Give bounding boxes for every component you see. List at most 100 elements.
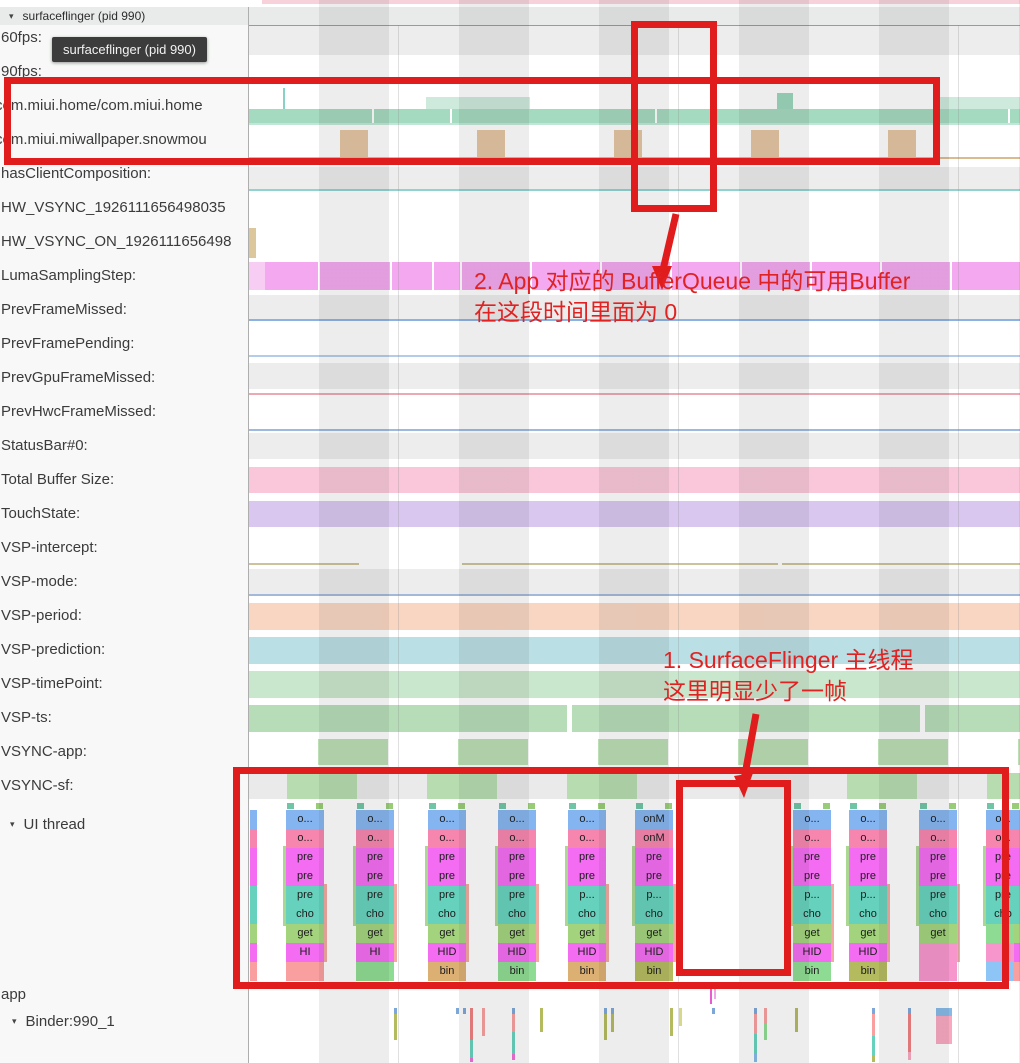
slice[interactable]: bin <box>428 962 466 981</box>
slice[interactable]: pre <box>635 867 673 886</box>
slice[interactable] <box>1014 943 1020 962</box>
slice[interactable]: bin <box>568 962 606 981</box>
binder-slice[interactable] <box>463 1008 466 1014</box>
slice[interactable] <box>1014 962 1020 981</box>
slice[interactable]: cho <box>635 905 673 924</box>
slice[interactable] <box>1014 810 1020 829</box>
slice[interactable]: o... <box>286 829 324 848</box>
slice[interactable]: HID <box>635 943 673 962</box>
slice[interactable]: pre <box>919 886 957 905</box>
binder-slice[interactable] <box>872 1056 875 1062</box>
collapse-triangle-icon[interactable]: ▾ <box>10 819 15 829</box>
slice[interactable]: pre <box>849 848 887 867</box>
slice[interactable]: pre <box>793 848 831 867</box>
slice[interactable] <box>250 905 257 924</box>
binder-slice[interactable] <box>795 1008 798 1032</box>
binder-slice[interactable] <box>670 1008 673 1036</box>
slice[interactable]: o... <box>498 829 536 848</box>
slice[interactable]: pre <box>428 867 466 886</box>
slice[interactable] <box>1014 829 1020 848</box>
binder-slice[interactable] <box>908 1052 911 1060</box>
slice[interactable]: bin <box>793 962 831 981</box>
slice[interactable] <box>250 829 257 848</box>
slice[interactable]: pre <box>919 867 957 886</box>
binder-slice[interactable] <box>470 1040 473 1058</box>
slice[interactable]: cho <box>849 905 887 924</box>
binder-slice[interactable] <box>936 1016 952 1044</box>
slice[interactable]: get <box>849 924 887 943</box>
slice[interactable]: pre <box>568 867 606 886</box>
slice[interactable] <box>250 810 257 829</box>
slice[interactable]: o... <box>849 829 887 848</box>
slice[interactable]: o... <box>356 810 394 829</box>
slice[interactable] <box>250 886 257 905</box>
slice[interactable]: o... <box>286 810 324 829</box>
slice[interactable] <box>250 924 257 943</box>
binder-slice[interactable] <box>512 1014 515 1032</box>
slice[interactable]: cho <box>356 905 394 924</box>
slice[interactable]: pre <box>356 848 394 867</box>
slice[interactable]: o... <box>356 829 394 848</box>
slice[interactable]: p... <box>793 886 831 905</box>
binder-slice[interactable] <box>936 1008 952 1016</box>
slice[interactable]: cho <box>919 905 957 924</box>
slice[interactable]: HI <box>286 943 324 962</box>
slice[interactable]: pre <box>498 886 536 905</box>
slice[interactable]: pre <box>286 867 324 886</box>
binder-slice[interactable] <box>764 1008 767 1024</box>
slice[interactable]: o... <box>849 810 887 829</box>
slice[interactable]: pre <box>793 867 831 886</box>
slice[interactable]: HID <box>568 943 606 962</box>
slice[interactable]: onM <box>635 810 673 829</box>
slice[interactable] <box>250 962 257 981</box>
app-slice[interactable] <box>714 987 716 999</box>
slice[interactable] <box>1014 924 1020 943</box>
slice[interactable]: pre <box>356 886 394 905</box>
binder-slice[interactable] <box>679 1008 682 1026</box>
slice[interactable] <box>356 962 394 981</box>
slice[interactable]: pre <box>498 867 536 886</box>
binder-slice[interactable] <box>611 1014 614 1032</box>
slice[interactable]: o... <box>428 829 466 848</box>
slice[interactable]: get <box>568 924 606 943</box>
slice[interactable]: p... <box>849 886 887 905</box>
slice[interactable] <box>286 962 324 981</box>
slice[interactable]: pre <box>428 886 466 905</box>
app-slice[interactable] <box>710 987 712 1004</box>
slice[interactable]: o... <box>568 829 606 848</box>
slice[interactable]: get <box>428 924 466 943</box>
slice[interactable] <box>250 848 257 867</box>
slice[interactable]: pre <box>286 886 324 905</box>
slice[interactable]: HID <box>428 943 466 962</box>
slice[interactable]: cho <box>428 905 466 924</box>
slice[interactable]: o... <box>793 810 831 829</box>
slice[interactable] <box>1014 886 1020 905</box>
slice[interactable]: get <box>793 924 831 943</box>
binder-slice[interactable] <box>512 1032 515 1054</box>
slice[interactable]: get <box>356 924 394 943</box>
binder-slice[interactable] <box>470 1058 473 1062</box>
slice[interactable] <box>250 867 257 886</box>
slice[interactable]: get <box>919 924 957 943</box>
track-group-label[interactable]: ▾UI thread <box>10 813 248 835</box>
binder-slice[interactable] <box>872 1036 875 1056</box>
binder-slice[interactable] <box>754 1034 757 1054</box>
slice[interactable]: o... <box>919 810 957 829</box>
binder-slice[interactable] <box>872 1014 875 1036</box>
binder-slice[interactable] <box>908 1014 911 1052</box>
slice[interactable]: pre <box>498 848 536 867</box>
slice[interactable]: pre <box>849 867 887 886</box>
slice[interactable]: pre <box>568 848 606 867</box>
track-group-label[interactable]: ▾Binder:990_1 <box>12 1010 248 1032</box>
binder-slice[interactable] <box>764 1024 767 1040</box>
slice[interactable]: o... <box>793 829 831 848</box>
binder-slice[interactable] <box>512 1054 515 1060</box>
slice[interactable]: bin <box>849 962 887 981</box>
slice[interactable]: pre <box>356 867 394 886</box>
slice[interactable]: HID <box>793 943 831 962</box>
slice[interactable]: pre <box>919 848 957 867</box>
binder-slice[interactable] <box>754 1014 757 1034</box>
slice[interactable]: o... <box>919 829 957 848</box>
binder-slice[interactable] <box>470 1008 473 1040</box>
slice[interactable]: HID <box>849 943 887 962</box>
